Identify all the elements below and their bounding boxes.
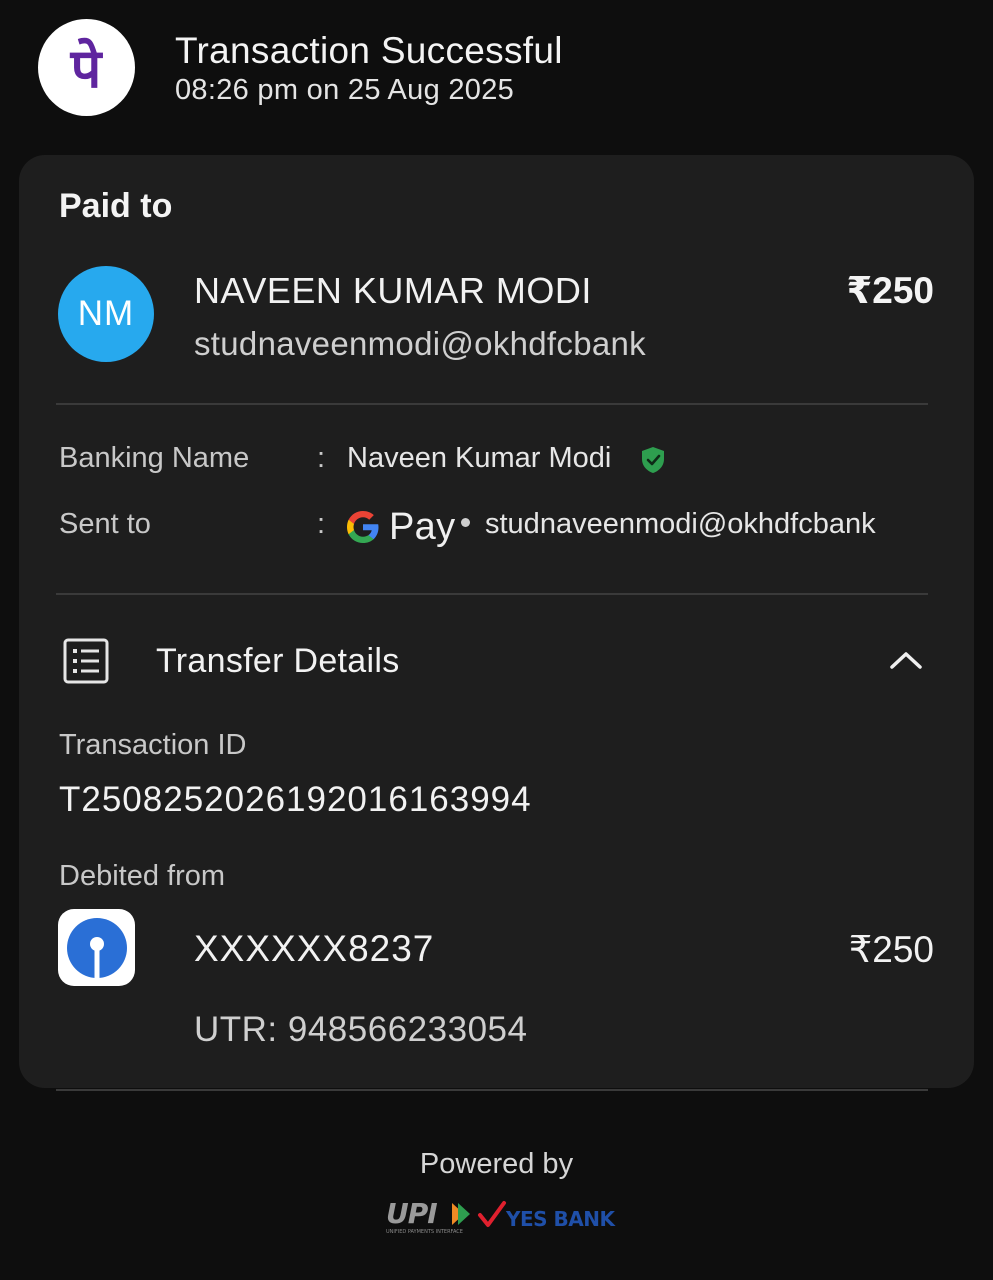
colon-separator: : [317,442,326,474]
svg-text:पे: पे [70,37,104,100]
transaction-timestamp: 08:26 pm on 25 Aug 2025 [175,74,515,106]
sbi-bank-logo [58,909,135,986]
divider [56,1089,928,1091]
banking-name-label: Banking Name [59,442,250,474]
transfer-details-toggle[interactable]: Transfer Details [156,642,400,681]
divider [56,403,928,405]
svg-text:YES BANK: YES BANK [505,1207,616,1231]
gpay-pay-text: Pay [389,505,456,548]
sent-to-upi-id: studnaveenmodi@okhdfcbank [485,508,876,540]
avatar-initials: NM [77,294,135,333]
divider [56,593,928,595]
phonepe-logo-icon: पे [70,37,104,100]
banking-name-value: Naveen Kumar Modi [347,442,612,474]
payee-name: NAVEEN KUMAR MODI [194,270,592,311]
upi-yes-bank-logo: UPI UNIFIED PAYMENTS INTERFACE YES BANK [386,1197,616,1235]
debited-from-label: Debited from [59,860,226,892]
powered-by-label: Powered by [419,1148,574,1180]
utr-number: UTR: 948566233054 [194,1010,528,1049]
google-pay-logo: Pay [345,505,455,549]
payee-upi-id: studnaveenmodi@okhdfcbank [194,325,646,362]
debit-account-number: XXXXXX8237 [194,928,435,969]
google-g-icon [347,511,379,543]
phonepe-logo: पे [38,19,135,116]
payee-avatar: NM [58,266,154,362]
sent-to-label: Sent to [59,508,151,540]
transaction-header: पे Transaction Successful 08:26 pm on 25… [0,0,993,140]
svg-text:UPI: UPI [386,1197,437,1230]
transaction-id-value: T2508252026192016163994 [59,780,532,819]
sbi-logo-icon [66,917,127,978]
paid-to-heading: Paid to [59,187,173,225]
debited-amount: ₹250 [848,929,934,970]
receipt-list-icon [63,638,109,684]
transaction-status-title: Transaction Successful [175,30,563,71]
verified-shield-icon [642,447,664,473]
svg-text:UNIFIED PAYMENTS INTERFACE: UNIFIED PAYMENTS INTERFACE [386,1229,463,1235]
chevron-up-icon[interactable] [886,645,926,675]
transaction-id-label: Transaction ID [59,729,247,761]
colon-separator: : [317,508,326,540]
paid-amount: ₹250 [846,270,934,311]
transaction-card: Paid to NM NAVEEN KUMAR MODI studnaveenm… [19,155,974,1088]
dot-separator [461,518,470,527]
